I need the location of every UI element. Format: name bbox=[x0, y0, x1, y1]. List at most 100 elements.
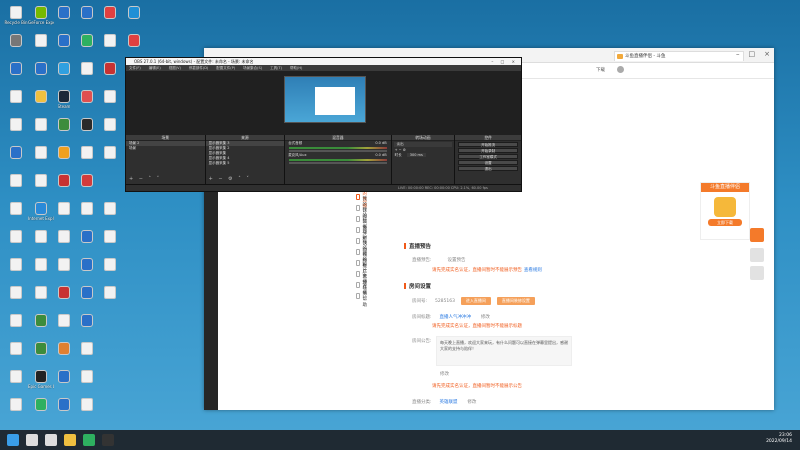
desktop-icon[interactable] bbox=[75, 202, 99, 216]
desktop-icon[interactable] bbox=[52, 34, 76, 48]
obs-control-button[interactable]: 退出 bbox=[458, 166, 518, 171]
desktop-icon[interactable] bbox=[4, 258, 28, 272]
side-top-icon[interactable] bbox=[750, 266, 764, 280]
side-orange-button[interactable] bbox=[750, 228, 764, 242]
desktop-icon[interactable] bbox=[122, 34, 146, 48]
desktop-icon[interactable] bbox=[52, 174, 76, 188]
side-gear-icon[interactable] bbox=[750, 248, 764, 262]
transition-select[interactable]: 淡出 bbox=[393, 142, 453, 147]
desktop-icon[interactable] bbox=[4, 314, 28, 328]
obs-control-button[interactable]: 设置 bbox=[458, 160, 518, 165]
desktop-icon[interactable]: Steam bbox=[52, 90, 76, 109]
desktop-icon[interactable] bbox=[75, 286, 99, 300]
desktop-icon[interactable] bbox=[52, 342, 76, 356]
scene-item[interactable]: 场景 bbox=[126, 146, 205, 151]
obs-control-button[interactable]: 开始推流 bbox=[458, 142, 518, 147]
desktop-icon[interactable] bbox=[29, 342, 53, 356]
obs-control-button[interactable]: 工作室模式 bbox=[458, 154, 518, 159]
desktop-icon[interactable] bbox=[98, 202, 122, 216]
obs-preview[interactable] bbox=[126, 71, 521, 135]
desktop-icon[interactable] bbox=[75, 342, 99, 356]
desktop-icon[interactable] bbox=[52, 286, 76, 300]
desktop-icon[interactable]: Internet Explorer bbox=[28, 202, 54, 221]
desktop-icon[interactable] bbox=[52, 258, 76, 272]
edit-title-button[interactable]: 修改 bbox=[481, 315, 490, 320]
desktop-icon[interactable] bbox=[4, 146, 28, 160]
desktop-icon[interactable] bbox=[98, 146, 122, 160]
desktop-icon[interactable] bbox=[52, 370, 76, 384]
desktop-icon[interactable] bbox=[75, 34, 99, 48]
task-view-icon[interactable] bbox=[45, 434, 57, 446]
desktop-icon[interactable] bbox=[75, 118, 99, 132]
desktop-icon[interactable] bbox=[75, 62, 99, 76]
desktop-icon[interactable] bbox=[98, 6, 122, 20]
desktop-icon[interactable] bbox=[29, 118, 53, 132]
obs-window-controls[interactable]: – □ × bbox=[491, 58, 518, 65]
desktop-icon[interactable] bbox=[4, 286, 28, 300]
desktop-icon[interactable] bbox=[52, 398, 76, 412]
desktop-icon[interactable] bbox=[52, 230, 76, 244]
desktop-icon[interactable] bbox=[29, 62, 53, 76]
browser-tab[interactable]: 斗鱼直播伴侣 - 斗鱼 bbox=[614, 51, 744, 61]
desktop-icon[interactable] bbox=[98, 258, 122, 272]
desktop-icon[interactable] bbox=[52, 202, 76, 216]
desktop-icon[interactable] bbox=[75, 258, 99, 272]
desktop-icon[interactable]: Epic Games Launcher bbox=[28, 370, 54, 389]
edit-announce-button[interactable]: 修改 bbox=[440, 372, 449, 377]
desktop-icon[interactable] bbox=[75, 90, 99, 104]
desktop-icon[interactable] bbox=[29, 286, 53, 300]
desktop-icon[interactable] bbox=[98, 230, 122, 244]
desktop-icon[interactable]: Recycle Bin bbox=[4, 6, 28, 25]
desktop-icon[interactable] bbox=[75, 398, 99, 412]
duration-input[interactable]: 300 ms bbox=[406, 153, 426, 157]
desktop-icon[interactable] bbox=[98, 62, 122, 76]
desktop-icon[interactable] bbox=[29, 398, 53, 412]
desktop-icon[interactable] bbox=[75, 146, 99, 160]
browser-icon[interactable] bbox=[83, 434, 95, 446]
edit-category-button[interactable]: 修改 bbox=[467, 400, 476, 405]
minimize-icon[interactable]: – bbox=[736, 50, 740, 58]
desktop-icon[interactable] bbox=[52, 314, 76, 328]
desktop-icon[interactable] bbox=[75, 174, 99, 188]
desktop-icon[interactable] bbox=[29, 230, 53, 244]
maximize-icon[interactable]: □ bbox=[749, 50, 756, 58]
source-item[interactable]: 显示器采集 5 bbox=[206, 161, 285, 166]
volume-slider[interactable] bbox=[289, 150, 387, 152]
room-decor-button[interactable]: 直播间装修设置 bbox=[496, 297, 535, 305]
system-clock[interactable]: 23:06 2022/09/14 bbox=[766, 433, 792, 445]
desktop-icon[interactable] bbox=[29, 146, 53, 160]
desktop-icon[interactable] bbox=[4, 398, 28, 412]
floating-download-card[interactable]: 斗鱼直播伴侣 立即下载 bbox=[700, 182, 750, 240]
desktop-icon[interactable] bbox=[75, 314, 99, 328]
download-button[interactable]: 下载 bbox=[596, 67, 605, 73]
desktop-icon[interactable] bbox=[4, 90, 28, 104]
desktop-icon[interactable] bbox=[98, 34, 122, 48]
scenes-toolbar[interactable]: + − ˄ ˅ bbox=[129, 176, 161, 182]
sources-toolbar[interactable]: + − ⚙ ˄ ˅ bbox=[209, 176, 251, 182]
desktop-icon[interactable] bbox=[4, 34, 28, 48]
obs-control-button[interactable]: 开始录制 bbox=[458, 148, 518, 153]
desktop-icon[interactable] bbox=[4, 342, 28, 356]
desktop-icon[interactable] bbox=[29, 34, 53, 48]
desktop-icon[interactable] bbox=[52, 6, 76, 20]
desktop-icon[interactable] bbox=[29, 90, 53, 104]
desktop-icon[interactable] bbox=[52, 62, 76, 76]
desktop-icon[interactable] bbox=[75, 6, 99, 20]
preview-value[interactable]: 设置预告 bbox=[447, 258, 465, 263]
desktop-icon[interactable] bbox=[75, 230, 99, 244]
enter-room-button[interactable]: 进入直播间 bbox=[460, 297, 491, 305]
desktop-icon[interactable] bbox=[29, 174, 53, 188]
obs-icon[interactable] bbox=[102, 434, 114, 446]
desktop-icon[interactable] bbox=[98, 118, 122, 132]
windows-start-icon[interactable] bbox=[7, 434, 19, 446]
desktop-icon[interactable]: GeForce Experience bbox=[28, 6, 54, 25]
close-icon[interactable]: × bbox=[764, 50, 770, 58]
desktop-icon[interactable] bbox=[98, 286, 122, 300]
desktop-icon[interactable] bbox=[4, 202, 28, 216]
rules-link[interactable]: 查看规则 bbox=[524, 268, 542, 273]
desktop-icon[interactable] bbox=[98, 90, 122, 104]
volume-slider[interactable] bbox=[289, 162, 387, 164]
desktop-icon[interactable] bbox=[52, 118, 76, 132]
search-icon[interactable] bbox=[26, 434, 38, 446]
desktop-icon[interactable] bbox=[4, 118, 28, 132]
